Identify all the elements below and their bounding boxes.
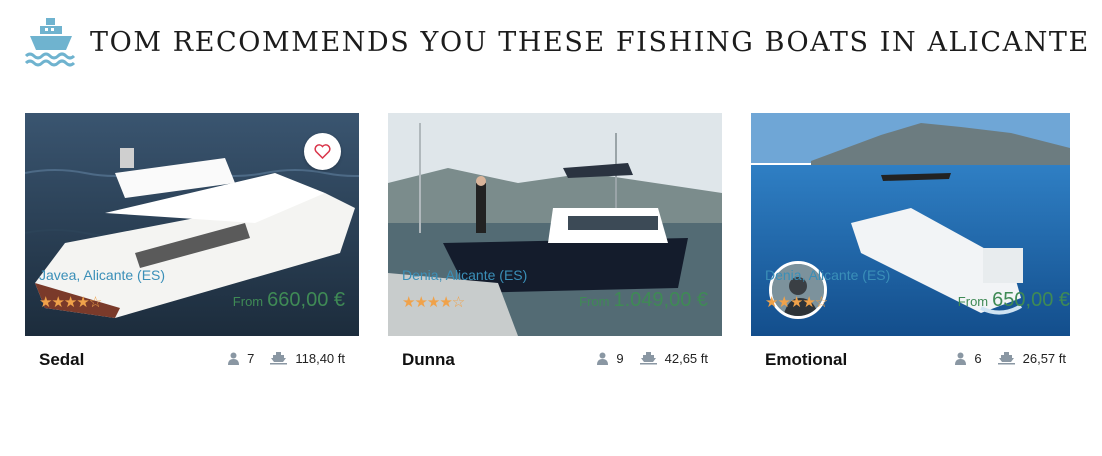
price-amount: 660,00 € (267, 289, 345, 311)
rating-stars: ★★★★☆ (39, 294, 102, 311)
boat-card[interactable]: Emotional 6 26,57 ft (751, 113, 1070, 376)
price-amount: 1.049,00 € (613, 289, 708, 311)
person-icon (955, 352, 967, 365)
boat-location[interactable]: Javea, Alicante (ES) (39, 267, 165, 283)
boat-name[interactable]: Sedal (39, 350, 84, 370)
guest-count: 6 (974, 351, 982, 366)
boat-length-icon (639, 352, 657, 365)
price-amount: 650,00 € (992, 289, 1070, 311)
boat-length: 26,57 ft (1022, 351, 1066, 366)
boat-waves-icon (24, 18, 76, 67)
rating-stars: ★★★★☆ (765, 294, 828, 311)
boat-price: From 660,00 € (233, 289, 345, 312)
boat-length-icon (997, 352, 1015, 365)
price-from-label: From (232, 294, 264, 309)
boat-name[interactable]: Emotional (765, 350, 847, 370)
price-from-label: From (579, 294, 610, 309)
page-title: TOM RECOMMENDS YOU THESE FISHING BOATS I… (90, 26, 1090, 58)
price-from-label: From (957, 294, 989, 309)
boat-length-icon (270, 352, 288, 365)
boat-location[interactable]: Denia, Alicante (ES) (402, 267, 527, 283)
rating-stars: ★★★★☆ (402, 294, 465, 311)
favorite-button[interactable] (304, 133, 341, 170)
boat-location[interactable]: Denia, Alicante (ES) (765, 267, 890, 283)
boat-price: From 650,00 € (958, 289, 1070, 312)
boat-specs: 7 118,40 ft (228, 351, 345, 366)
page-header: TOM RECOMMENDS YOU THESE FISHING BOATS I… (24, 16, 1090, 68)
boat-length: 42,65 ft (664, 351, 708, 366)
heart-icon (314, 144, 331, 159)
boat-specs: 9 42,65 ft (597, 351, 708, 366)
boat-length: 118,40 ft (295, 351, 345, 366)
boat-name[interactable]: Dunna (402, 350, 455, 370)
person-icon (597, 352, 609, 365)
guest-count: 9 (616, 351, 624, 366)
person-icon (228, 352, 240, 365)
boat-price: From 1.049,00 € (579, 289, 708, 312)
boat-specs: 6 26,57 ft (955, 351, 1066, 366)
boat-card[interactable]: Dunna 9 42,65 ft (388, 113, 722, 376)
boat-card[interactable]: Sedal 7 118,40 ft (25, 113, 359, 376)
guest-count: 7 (247, 351, 255, 366)
